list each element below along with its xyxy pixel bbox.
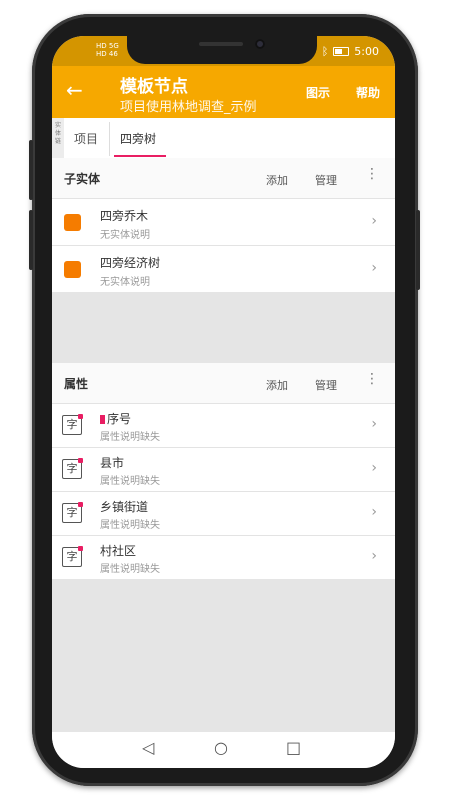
- network-line-2: HD 46: [96, 50, 118, 58]
- help-button[interactable]: 帮助: [356, 84, 380, 101]
- chevron-right-icon: ›: [371, 548, 377, 564]
- battery-icon: [333, 47, 350, 56]
- chart-button[interactable]: 图示: [306, 84, 330, 101]
- sub-entities-title: 子实体: [64, 172, 101, 186]
- attribute-title: 序号: [100, 410, 131, 427]
- attribute-subtitle: 属性说明缺失: [100, 520, 160, 531]
- breadcrumb: 实体链 项目 四旁树: [52, 118, 395, 159]
- page-title: 模板节点: [120, 77, 188, 97]
- table-row[interactable]: 字 乡镇街道 属性说明缺失 ›: [52, 491, 395, 535]
- entity-square-icon: [64, 261, 81, 278]
- text-type-icon: 字: [62, 502, 83, 523]
- table-row[interactable]: 字 序号 属性说明缺失 ›: [52, 403, 395, 447]
- attribute-subtitle: 属性说明缺失: [100, 476, 160, 487]
- attribute-title-text: 序号: [107, 412, 132, 426]
- speaker: [199, 42, 243, 46]
- back-arrow-icon[interactable]: ←: [66, 78, 83, 102]
- text-type-icon: 字: [62, 414, 83, 435]
- attribute-subtitle: 属性说明缺失: [100, 564, 160, 575]
- more-vert-icon[interactable]: ⋮: [365, 371, 379, 387]
- attribute-title: 县市: [100, 456, 125, 470]
- list-item[interactable]: 四旁经济树 无实体说明 ›: [52, 245, 395, 292]
- bookmark-icon: [100, 415, 105, 424]
- attributes-title: 属性: [64, 377, 89, 391]
- attribute-title: 村社区: [100, 544, 137, 558]
- volume-button-2: [29, 210, 33, 270]
- status-time: 5:00: [354, 45, 379, 58]
- entity-subtitle: 无实体说明: [100, 277, 150, 288]
- table-row[interactable]: 字 村社区 属性说明缺失 ›: [52, 535, 395, 579]
- more-vert-icon[interactable]: ⋮: [365, 166, 379, 182]
- sub-entities-header: 子实体 添加 管理 ⋮: [52, 158, 395, 198]
- camera-icon: [255, 39, 265, 49]
- breadcrumb-item-current[interactable]: 四旁树: [120, 130, 156, 147]
- text-type-icon: 字: [62, 546, 83, 567]
- entity-title: 四旁乔木: [100, 209, 149, 223]
- app-bar: ← 模板节点 项目使用林地调查_示例 图示 帮助: [52, 66, 395, 118]
- entity-subtitle: 无实体说明: [100, 230, 150, 241]
- nav-back-icon[interactable]: ◁: [142, 738, 154, 757]
- table-row[interactable]: 字 县市 属性说明缺失 ›: [52, 447, 395, 491]
- attributes-header: 属性 添加 管理 ⋮: [52, 363, 395, 403]
- network-line-1: HD 5G: [96, 42, 119, 50]
- page-subtitle: 项目使用林地调查_示例: [120, 100, 257, 115]
- entity-title: 四旁经济树: [100, 256, 161, 270]
- chevron-right-icon: ›: [371, 504, 377, 520]
- text-type-icon: 字: [62, 458, 83, 479]
- list-item[interactable]: 四旁乔木 无实体说明 ›: [52, 198, 395, 245]
- nav-home-icon[interactable]: ○: [214, 738, 228, 757]
- bluetooth-icon: ᛒ: [321, 45, 329, 58]
- attributes-add-button[interactable]: 添加: [266, 377, 288, 393]
- sub-entities-add-button[interactable]: 添加: [266, 172, 288, 188]
- breadcrumb-divider: [109, 122, 110, 156]
- nav-recents-icon[interactable]: □: [286, 738, 301, 757]
- network-indicators: HD 5G HD 46: [96, 42, 119, 58]
- entity-square-icon: [64, 214, 81, 231]
- breadcrumb-item-project[interactable]: 项目: [74, 130, 98, 147]
- screen: HD 5G HD 46 ⏰ ᛒ 5:00 ← 模板节点 项目使用林地调查_示例 …: [52, 36, 395, 768]
- system-nav-bar: ◁ ○ □: [52, 732, 395, 768]
- power-button: [416, 210, 420, 290]
- chevron-right-icon: ›: [371, 260, 377, 276]
- entity-chain-label: 实体链: [52, 118, 64, 158]
- attribute-subtitle: 属性说明缺失: [100, 432, 160, 443]
- sub-entities-manage-button[interactable]: 管理: [315, 172, 337, 188]
- chevron-right-icon: ›: [371, 416, 377, 432]
- active-tab-indicator: [114, 155, 166, 157]
- attributes-manage-button[interactable]: 管理: [315, 377, 337, 393]
- volume-button: [29, 140, 33, 200]
- notch: [127, 36, 317, 64]
- chevron-right-icon: ›: [371, 213, 377, 229]
- chevron-right-icon: ›: [371, 460, 377, 476]
- attribute-title: 乡镇街道: [100, 500, 149, 514]
